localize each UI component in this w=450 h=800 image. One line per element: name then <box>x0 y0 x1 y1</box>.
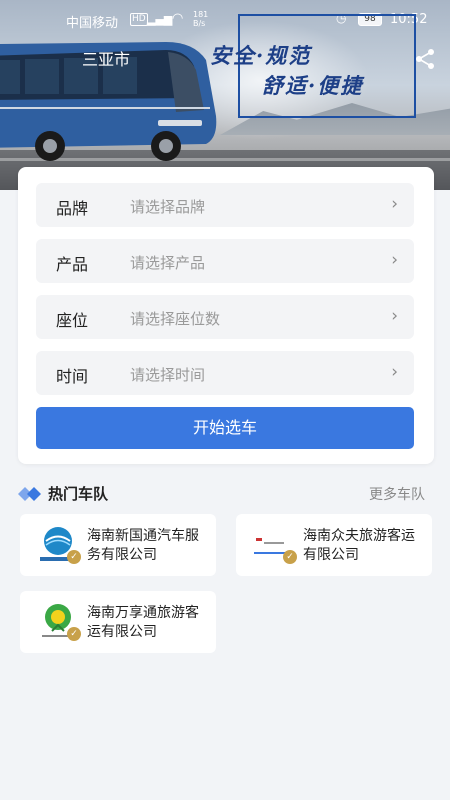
verified-badge-icon: ✓ <box>67 627 81 641</box>
city-selector[interactable]: 三亚市 <box>82 46 130 70</box>
slogan-line-2: 舒适·便捷 <box>262 73 364 98</box>
vehicle-search-card: 品牌 请选择品牌 › 产品 请选择产品 › 座位 请选择座位数 › 时间 请选择… <box>18 167 434 464</box>
network-speed: 181 B/s <box>193 10 209 28</box>
chevron-right-icon: › <box>391 362 398 382</box>
fleet-name: 海南众夫旅游客运有限公司 <box>303 528 415 563</box>
start-selection-button[interactable]: 开始选车 <box>36 407 414 449</box>
product-label: 产品 <box>56 255 89 274</box>
diamond-icon <box>18 487 41 501</box>
chevron-right-icon: › <box>391 306 398 326</box>
verified-badge-icon: ✓ <box>283 550 297 564</box>
wifi-icon: ◠ <box>172 11 184 26</box>
verified-badge-icon: ✓ <box>67 550 81 564</box>
time-label: 时间 <box>56 367 89 386</box>
seat-selector[interactable]: 座位 请选择座位数 › <box>36 295 414 339</box>
fleet-name: 海南新国通汽车服务有限公司 <box>87 528 199 563</box>
time-placeholder: 请选择时间 <box>130 366 206 384</box>
product-selector[interactable]: 产品 请选择产品 › <box>36 239 414 283</box>
carrier-label: 中国移动 <box>66 16 119 31</box>
brand-placeholder: 请选择品牌 <box>130 198 206 216</box>
slogan-line-1: 安全·规范 <box>210 43 312 68</box>
time-selector[interactable]: 时间 请选择时间 › <box>36 351 414 395</box>
fleet-name: 海南万享通旅游客运有限公司 <box>87 605 199 640</box>
section-title: 热门车队 <box>48 485 109 503</box>
fleet-card[interactable]: ✓ 海南众夫旅游客运有限公司 <box>236 514 432 576</box>
chevron-right-icon: › <box>391 194 398 214</box>
signal-icon: ▂▄▆ <box>147 13 173 26</box>
hd-badge: HD <box>130 13 148 26</box>
seat-placeholder: 请选择座位数 <box>130 310 221 328</box>
seat-label: 座位 <box>56 311 89 330</box>
hero-banner: 中国移动 HD ▂▄▆ ◠ 181 B/s ◷ 98 10:52 三亚市 安全·… <box>0 0 450 190</box>
more-fleets-link[interactable]: 更多车队 <box>369 484 425 504</box>
brand-selector[interactable]: 品牌 请选择品牌 › <box>36 183 414 227</box>
share-icon[interactable] <box>414 48 436 70</box>
chevron-right-icon: › <box>391 250 398 270</box>
city-label: 三亚市 <box>82 50 131 69</box>
product-placeholder: 请选择产品 <box>130 254 206 272</box>
brand-label: 品牌 <box>56 199 89 218</box>
fleet-card[interactable]: ✓ 海南新国通汽车服务有限公司 <box>20 514 216 576</box>
fleet-card[interactable]: ✓ 海南万享通旅游客运有限公司 <box>20 591 216 653</box>
